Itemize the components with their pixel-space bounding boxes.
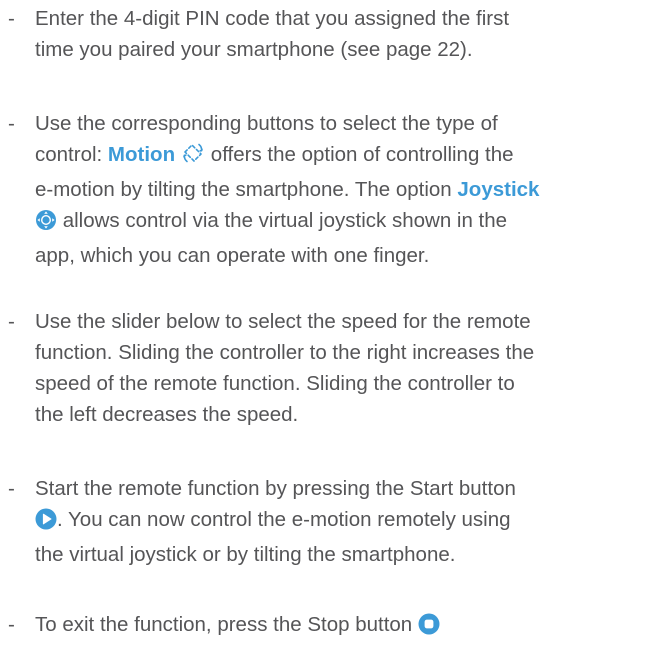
joystick-icon <box>35 209 57 240</box>
stop-icon <box>418 613 440 644</box>
play-icon <box>35 508 57 539</box>
bullet-dash: - <box>8 613 15 636</box>
bullet-dash: - <box>8 310 15 333</box>
list-item-text: control: <box>35 143 108 166</box>
list-item-text: Use the corresponding buttons to select … <box>35 112 498 135</box>
list-item-text: . You can now control the e-motion remot… <box>57 508 511 531</box>
list-item-text: function. Sliding the controller to the … <box>35 341 535 364</box>
list-item-text: the virtual joystick or by tilting the s… <box>35 543 456 566</box>
bullet-dash: - <box>8 7 15 30</box>
list-item-text: Enter the 4-digit PIN code that you assi… <box>35 7 510 30</box>
motion-label: Motion <box>107 143 176 166</box>
instruction-list: - Enter the 4-digit PIN code that you as… <box>0 0 651 657</box>
motion-tilt-icon <box>181 141 205 174</box>
list-item-text: allows control via the virtual joystick … <box>57 209 508 232</box>
list-item-stop: - To exit the function, press the Stop b… <box>0 609 651 644</box>
list-item-text: offers the option of controlling the <box>205 143 514 166</box>
bullet-dash: - <box>8 477 15 500</box>
bullet-dash: - <box>8 112 15 135</box>
list-item-text: To exit the function, press the Stop but… <box>35 613 418 636</box>
list-item-text: Start the remote function by pressing th… <box>35 477 516 500</box>
list-item-text: time you paired your smartphone (see pag… <box>35 38 473 61</box>
list-item-text: the left decreases the speed. <box>35 403 299 426</box>
list-item-pin: - Enter the 4-digit PIN code that you as… <box>0 3 651 65</box>
list-item-start: - Start the remote function by pressing … <box>0 473 651 570</box>
list-item-text: e-motion by tilting the smartphone. The … <box>35 178 458 201</box>
list-item-text: Use the slider below to select the speed… <box>35 310 531 333</box>
list-item-text: app, which you can operate with one fing… <box>35 244 430 267</box>
list-item-text: speed of the remote function. Sliding th… <box>35 372 515 395</box>
list-item-control-type: - Use the corresponding buttons to selec… <box>0 108 651 271</box>
joystick-label: Joystick <box>457 178 540 201</box>
list-item-speed-slider: - Use the slider below to select the spe… <box>0 306 651 430</box>
